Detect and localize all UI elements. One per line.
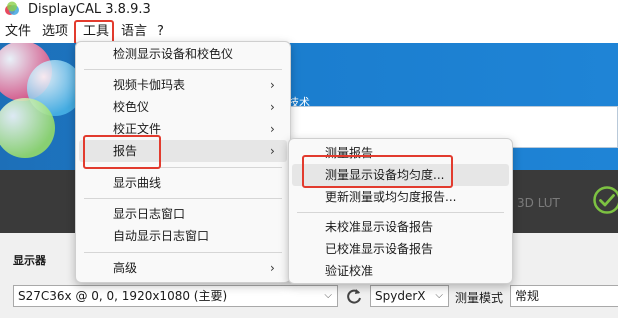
title-bar: DisplayCAL 3.8.9.3 (0, 0, 618, 20)
menu-item-label: 显示曲线 (113, 176, 162, 190)
menu-item-video-card-gamma[interactable]: 视频卡伽玛表 › (76, 74, 290, 96)
menu-item-uncalibrated-report[interactable]: 未校准显示设备报告 (289, 216, 512, 238)
menu-item-label: 校色仪 (113, 100, 150, 114)
chevron-right-icon: › (270, 144, 275, 158)
checkmark-icon[interactable] (592, 185, 618, 215)
menu-item-label: 检测显示设备和校色仪 (113, 47, 234, 61)
menu-item-advanced[interactable]: 高级 › (76, 257, 290, 279)
menu-separator (84, 69, 282, 70)
menu-options[interactable]: 选项 (42, 23, 68, 40)
chevron-right-icon: › (270, 261, 275, 275)
menu-language[interactable]: 语言 (121, 23, 147, 40)
menu-item-show-curves[interactable]: 显示曲线 (76, 172, 290, 194)
measurement-mode-select[interactable]: 常规 (510, 285, 618, 307)
menu-item-label: 已校准显示设备报告 (325, 242, 434, 256)
menu-item-label: 未校准显示设备报告 (325, 220, 434, 234)
menu-help[interactable]: ? (157, 23, 164, 40)
menu-item-label: 高级 (113, 261, 138, 275)
menu-file[interactable]: 文件 (5, 23, 31, 40)
menu-item-label: 更新测量或均匀度报告... (325, 190, 457, 204)
app-logo-icon (5, 1, 19, 15)
menu-item-label: 自动显示日志窗口 (113, 229, 210, 243)
tab-3dlut[interactable]: 3D LUT (517, 196, 560, 210)
menu-item-update-report[interactable]: 更新测量或均匀度报告... (289, 186, 512, 208)
measurement-mode-label: 测量模式 (455, 291, 504, 305)
menu-item-calibrated-report[interactable]: 已校准显示设备报告 (289, 238, 512, 260)
menu-item-label: 显示日志窗口 (113, 207, 186, 221)
window-title: DisplayCAL 3.8.9.3 (28, 2, 151, 17)
menu-item-label: 验证校准 (325, 264, 374, 278)
annotation-highlight-uniformity (302, 155, 453, 188)
display-select[interactable]: S27C36x @ 0, 0, 1920x1080 (主要) ⌵ (13, 285, 338, 307)
chevron-down-icon: ⌵ (435, 290, 443, 301)
menu-item-instrument[interactable]: 校色仪 › (76, 96, 290, 118)
menu-item-auto-show-log-window[interactable]: 自动显示日志窗口 (76, 225, 290, 247)
menu-separator (297, 212, 504, 213)
measurement-mode-value: 常规 (515, 289, 540, 303)
chevron-right-icon: › (270, 100, 275, 114)
instrument-select[interactable]: SpyderX ⌵ (370, 285, 449, 307)
menu-item-label: 视频卡伽玛表 (113, 78, 186, 92)
chevron-right-icon: › (270, 122, 275, 136)
chevron-right-icon: › (270, 78, 275, 92)
annotation-highlight-reports (83, 135, 161, 169)
display-heading: 显示器 (13, 254, 46, 267)
menu-separator (84, 252, 282, 253)
refresh-icon[interactable] (344, 286, 364, 306)
menu-item-verify-calibration[interactable]: 验证校准 (289, 260, 512, 282)
display-select-value: S27C36x @ 0, 0, 1920x1080 (主要) (18, 289, 228, 303)
menu-separator (84, 198, 282, 199)
instrument-select-value: SpyderX (375, 289, 426, 303)
chevron-down-icon: ⌵ (324, 290, 332, 301)
menu-item-detect-devices[interactable]: 检测显示设备和校色仪 (76, 43, 290, 65)
menu-item-show-log-window[interactable]: 显示日志窗口 (76, 203, 290, 225)
